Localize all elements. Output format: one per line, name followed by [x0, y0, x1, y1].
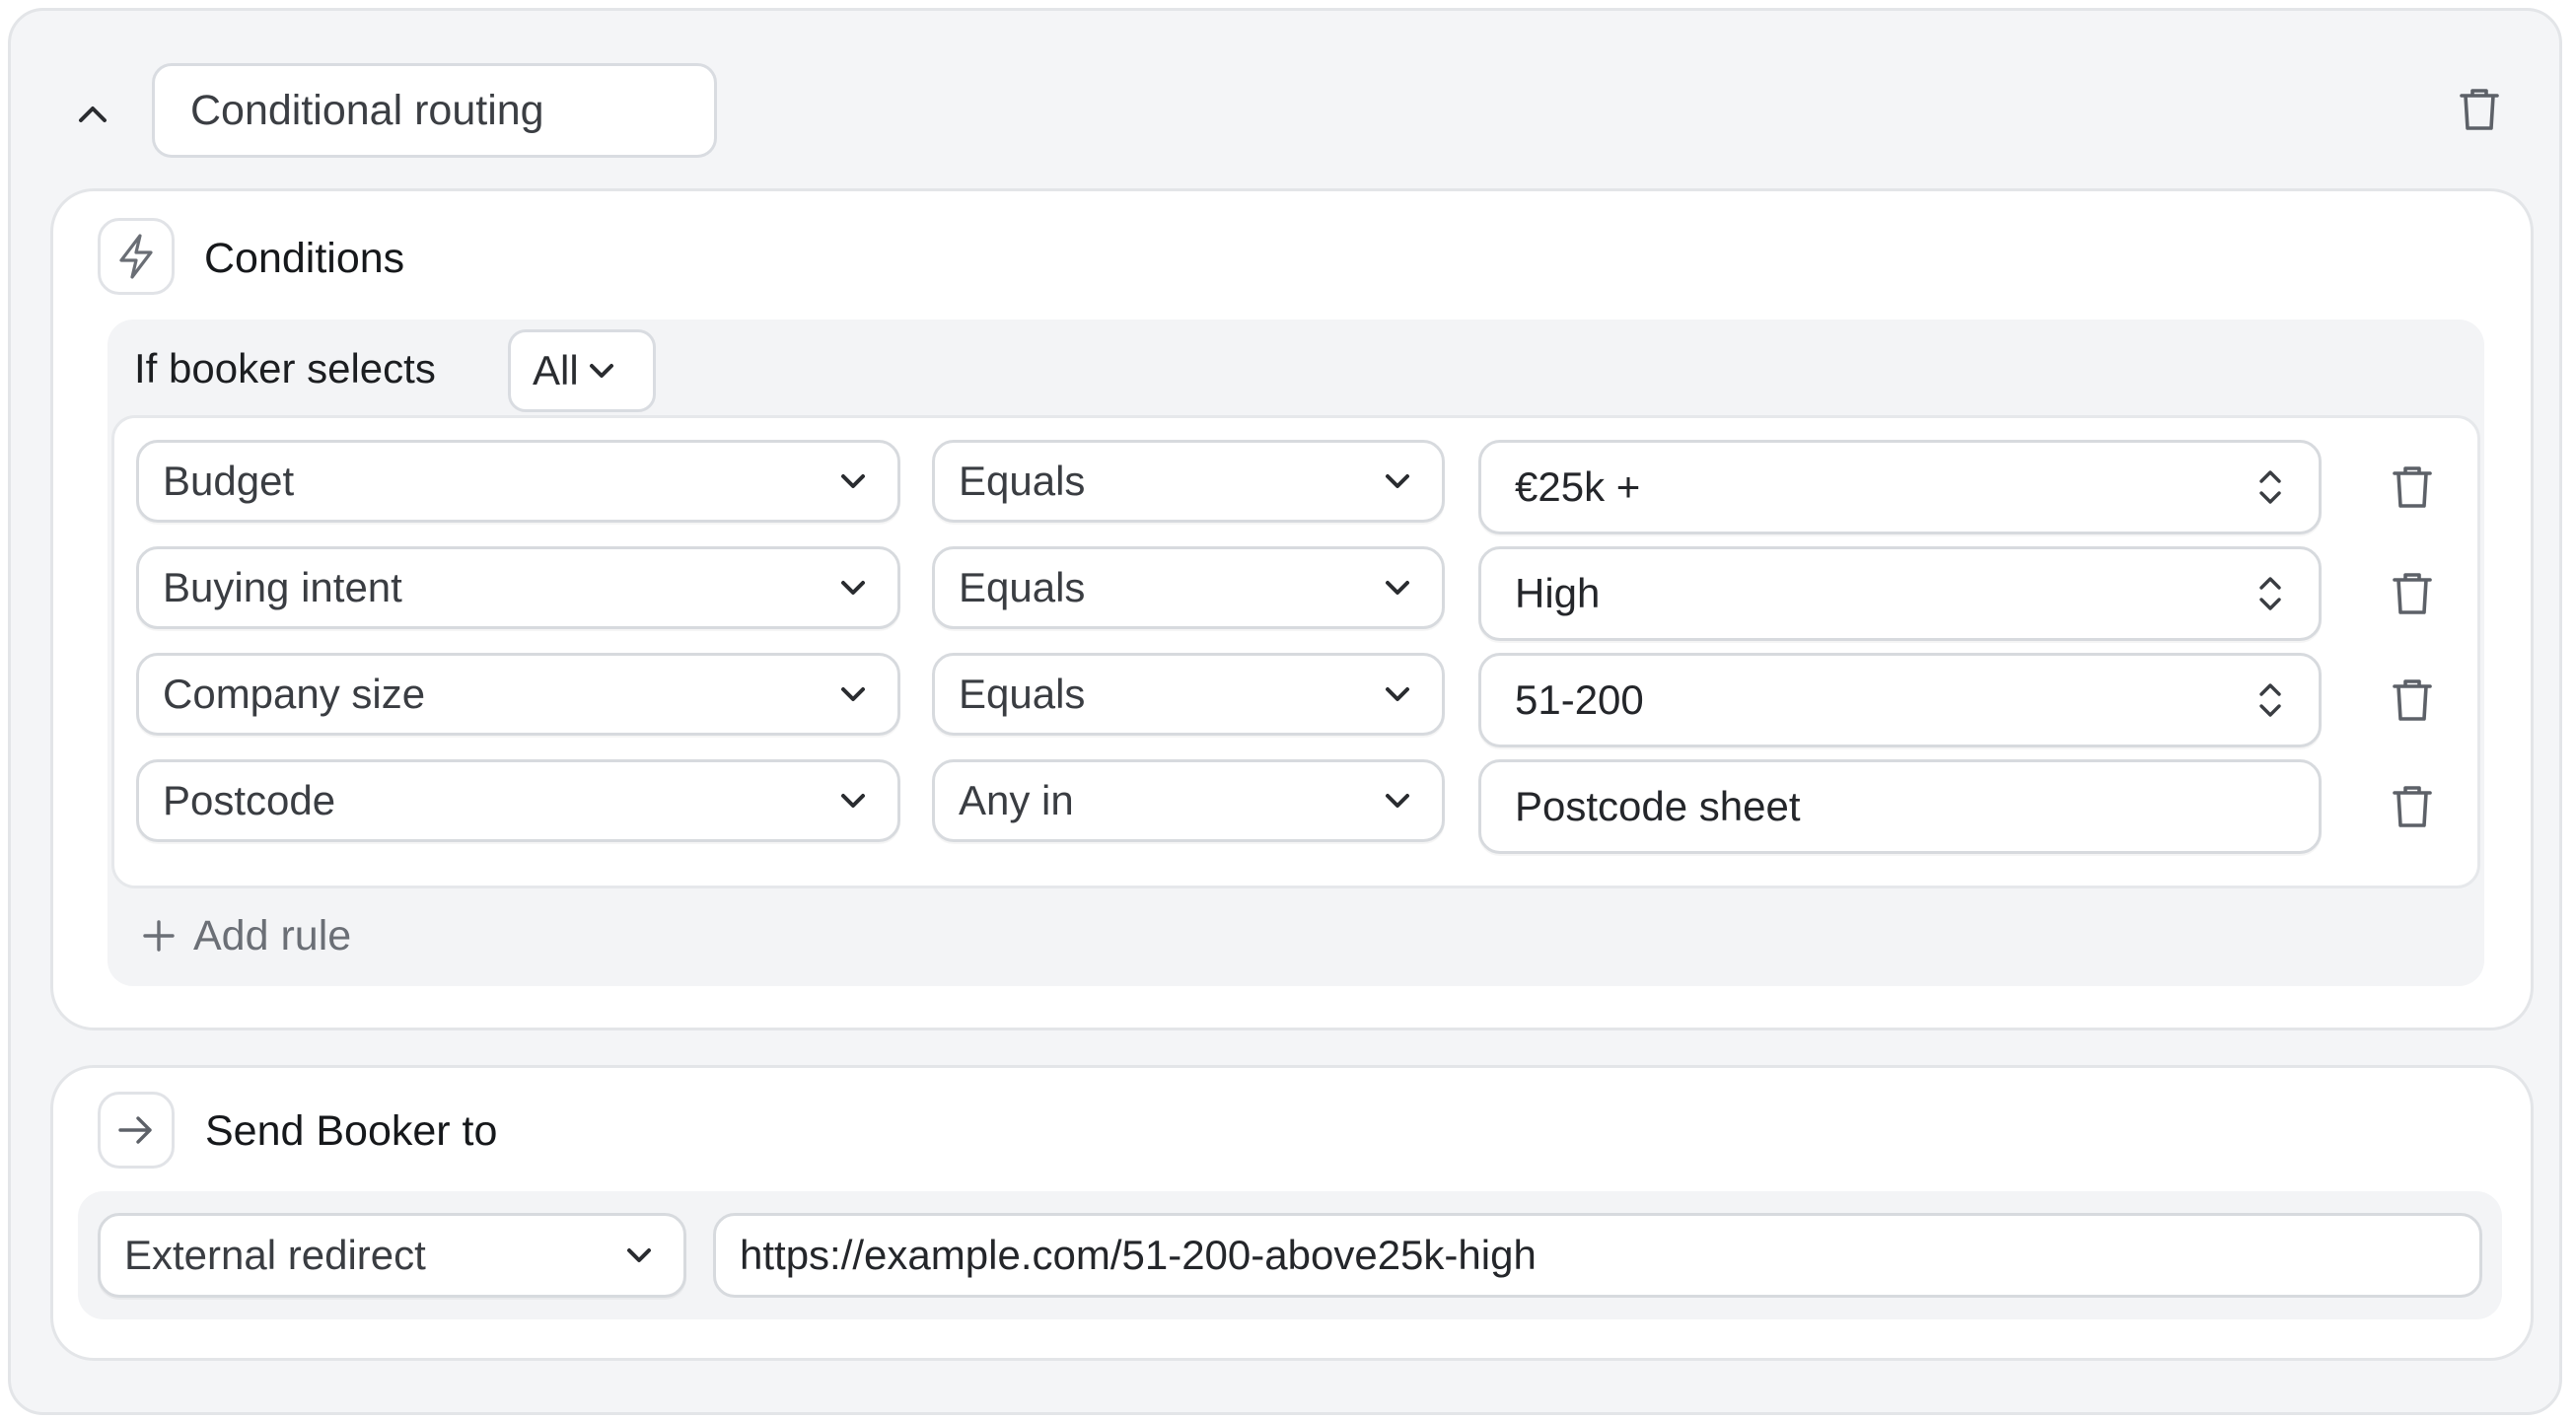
rule-name-input[interactable]: Conditional routing: [152, 63, 717, 158]
rule-operator-value: Equals: [959, 458, 1086, 504]
conditions-icon-box: [98, 218, 175, 295]
rule-value: Postcode sheet: [1515, 783, 1801, 829]
rule-field-select[interactable]: Company size: [136, 653, 900, 736]
rule-value: €25k +: [1515, 463, 1641, 510]
rule-operator-value: Equals: [959, 564, 1086, 610]
conditions-panel: If booker selects All Budget Equals €25k…: [107, 320, 2484, 986]
conditions-title: Conditions: [204, 235, 405, 282]
plus-icon: [143, 920, 175, 952]
rule-operator-value: Any in: [959, 777, 1074, 823]
delete-rule-button[interactable]: [2383, 455, 2442, 520]
chevron-down-icon: [1386, 687, 1409, 701]
rule-field-select[interactable]: Buying intent: [136, 546, 900, 629]
rule-value-stepper[interactable]: High: [1478, 546, 2322, 641]
destination-panel: External redirect https://example.com/51…: [78, 1191, 2502, 1319]
destination-title: Send Booker to: [205, 1107, 498, 1155]
chevron-down-icon: [841, 794, 865, 808]
rule-operator-select[interactable]: Equals: [932, 546, 1445, 629]
redirect-url-input[interactable]: https://example.com/51-200-above25k-high: [713, 1213, 2482, 1298]
delete-route-button[interactable]: [2450, 77, 2509, 142]
chevron-down-icon: [841, 687, 865, 701]
chevron-down-icon: [841, 581, 865, 595]
arrow-right-icon: [118, 1116, 152, 1144]
rule-value: High: [1515, 570, 1601, 616]
chevron-down-icon: [1386, 581, 1409, 595]
trash-icon: [2393, 466, 2432, 508]
rule-operator-value: Equals: [959, 671, 1086, 717]
delete-rule-button[interactable]: [2383, 668, 2442, 733]
chevron-up-down-icon: [2259, 470, 2281, 504]
rule-field-value: Postcode: [163, 777, 336, 823]
rule-field-value: Company size: [163, 671, 426, 717]
lightning-icon: [119, 234, 153, 279]
rule-operator-select[interactable]: Any in: [932, 759, 1445, 842]
add-rule-label: Add rule: [193, 911, 352, 959]
rule-value: 51-200: [1515, 676, 1644, 723]
rule-value-input[interactable]: Postcode sheet: [1478, 759, 2322, 854]
rule-field-value: Buying intent: [163, 564, 402, 610]
destination-card: Send Booker to External redirect https:/…: [50, 1065, 2534, 1361]
rule-value-stepper[interactable]: 51-200: [1478, 653, 2322, 747]
chevron-down-icon: [589, 364, 613, 378]
rule-value-stepper[interactable]: €25k +: [1478, 440, 2322, 534]
rule-field-value: Budget: [163, 458, 295, 504]
rule-field-select[interactable]: Postcode: [136, 759, 900, 842]
rule-operator-select[interactable]: Equals: [932, 653, 1445, 736]
chevron-up-icon: [79, 106, 107, 122]
chevron-down-icon: [1386, 794, 1409, 808]
destination-icon-box: [98, 1092, 175, 1169]
chevron-down-icon: [841, 474, 865, 488]
conditions-card: Conditions If booker selects All Budget …: [50, 188, 2534, 1030]
add-rule-button[interactable]: Add rule: [142, 901, 351, 970]
delete-rule-button[interactable]: [2383, 561, 2442, 626]
trash-icon: [2393, 786, 2432, 827]
if-booker-selects-label: If booker selects: [134, 345, 436, 391]
trash-icon: [2460, 89, 2499, 130]
routing-rule-card: Conditional routing Conditions If booker…: [8, 8, 2562, 1415]
collapse-button[interactable]: [65, 87, 120, 142]
delete-rule-button[interactable]: [2383, 774, 2442, 839]
rules-list: Budget Equals €25k + Buying intent Equal…: [111, 415, 2480, 888]
destination-type-select[interactable]: External redirect: [98, 1213, 686, 1298]
chevron-down-icon: [627, 1248, 651, 1262]
chevron-up-down-icon: [2259, 577, 2281, 610]
chevron-up-down-icon: [2259, 683, 2281, 717]
chevron-down-icon: [1386, 474, 1409, 488]
destination-type-value: External redirect: [124, 1232, 426, 1278]
trash-icon: [2393, 679, 2432, 721]
rule-operator-select[interactable]: Equals: [932, 440, 1445, 523]
trash-icon: [2393, 573, 2432, 614]
rule-field-select[interactable]: Budget: [136, 440, 900, 523]
match-mode-select[interactable]: All: [508, 329, 656, 412]
match-mode-value: All: [533, 347, 579, 393]
